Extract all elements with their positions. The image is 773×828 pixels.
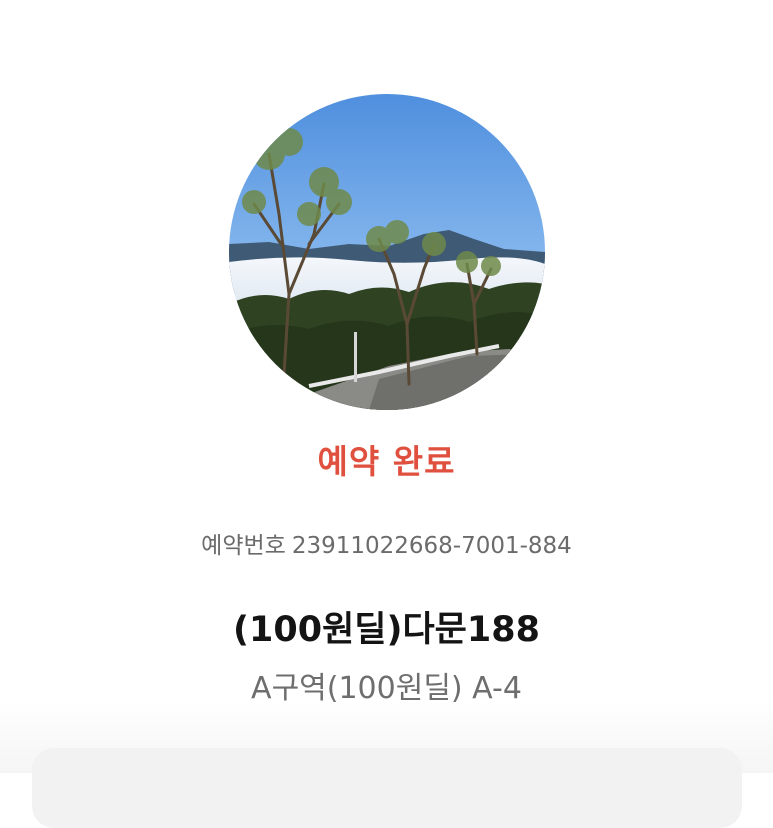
booking-number: 23911022668-7001-884 (291, 533, 572, 559)
details-card (32, 748, 742, 828)
booking-number-label: 예약번호 (201, 533, 286, 559)
booking-number-line: 예약번호 23911022668-7001-884 (0, 530, 773, 562)
campsite-photo (229, 94, 545, 410)
product-name: (100원딜)다문188 (233, 610, 540, 650)
reservation-complete-screen: 예약 완료 예약번호 23911022668-7001-884 (100원딜)다문… (0, 0, 773, 828)
site-zone: A구역(100원딜) A-4 (251, 671, 522, 706)
reservation-status: 예약 완료 (317, 442, 456, 481)
